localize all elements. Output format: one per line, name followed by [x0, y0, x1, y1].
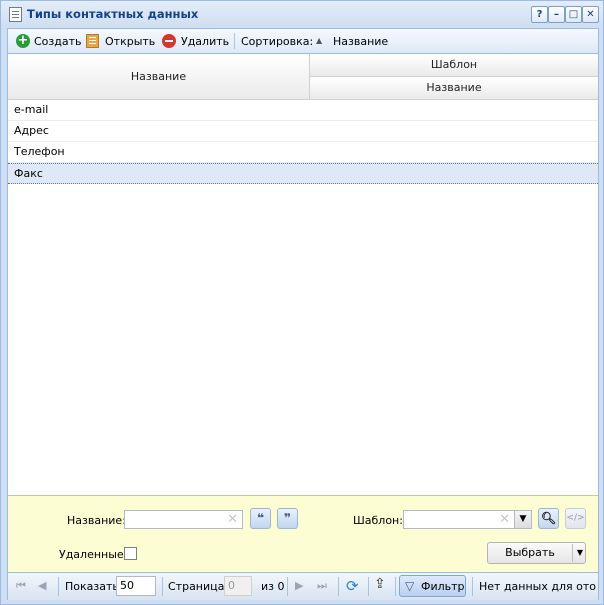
table-row[interactable]: e-mail: [8, 100, 598, 121]
maximize-button[interactable]: □: [565, 6, 582, 23]
page-label: Страница: [168, 580, 225, 593]
document-icon: [9, 7, 22, 22]
row-name-cell: Факс: [14, 167, 43, 180]
status-clip: Нет данных для отображения: [479, 573, 596, 600]
create-label: Создать: [34, 35, 82, 48]
pager-separator: [162, 577, 163, 596]
last-page-icon[interactable]: ⏭: [317, 579, 327, 593]
chevron-down-icon[interactable]: ▼: [514, 511, 531, 528]
toolbar-separator: [234, 33, 235, 49]
filter-panel: Название: ✕ ❝ ❞ Шаблон: ✕ ▼ 🔍︎ </> Удале…: [8, 495, 598, 572]
deleted-checkbox[interactable]: [124, 547, 137, 560]
code-button[interactable]: </>: [565, 508, 586, 529]
delete-icon: [162, 34, 176, 48]
open-label: Открыть: [105, 35, 156, 48]
name-filter-label: Название:: [67, 514, 126, 527]
filter-icon: ▽: [405, 579, 415, 593]
column-header-name[interactable]: Название: [8, 54, 310, 99]
window: Типы контактных данных ? – □ ✕ + Создать…: [0, 0, 604, 605]
sort-label: Сортировка:: [241, 35, 314, 48]
pager-separator: [58, 577, 59, 596]
quote-open-button[interactable]: ❝: [250, 508, 271, 529]
chevron-down-icon[interactable]: ▼: [574, 543, 586, 563]
next-page-icon[interactable]: ▶: [295, 579, 303, 592]
pager-separator: [395, 577, 396, 596]
page-number-input[interactable]: 0: [224, 576, 252, 596]
help-button[interactable]: ?: [531, 6, 548, 23]
table-row-selected[interactable]: Факс: [8, 163, 598, 184]
table-row[interactable]: Телефон: [8, 142, 598, 163]
pager-separator: [368, 577, 369, 596]
content-panel: + Создать Открыть Удалить Сортировка: ▲ …: [7, 28, 599, 600]
row-name-cell: Адрес: [14, 124, 49, 137]
row-name-cell: e-mail: [14, 103, 49, 116]
clear-icon[interactable]: ✕: [499, 512, 510, 527]
page-count-label: из 0: [261, 580, 285, 593]
create-button[interactable]: + Создать: [16, 34, 82, 49]
window-title: Типы контактных данных: [27, 7, 199, 21]
row-name-cell: Телефон: [14, 145, 65, 158]
filter-toggle-button[interactable]: ▽ Фильтр: [399, 575, 466, 597]
export-icon[interactable]: ⇪: [374, 576, 386, 592]
refresh-icon[interactable]: ⟳: [346, 577, 359, 595]
column-group-template: Шаблон: [310, 54, 598, 77]
grid-body: e-mail Адрес Телефон Факс: [8, 100, 598, 494]
select-button-label: Выбрать: [505, 546, 555, 559]
quote-close-button[interactable]: ❞: [277, 508, 298, 529]
toolbar: + Создать Открыть Удалить Сортировка: ▲ …: [8, 29, 598, 54]
grid-header: Название Шаблон Название: [8, 54, 598, 100]
delete-button[interactable]: Удалить: [162, 34, 230, 49]
pager-status-text: Нет данных для отображения: [479, 580, 596, 593]
template-filter-label: Шаблон:: [353, 514, 403, 527]
prev-page-icon[interactable]: ◀: [38, 579, 46, 592]
deleted-filter-label: Удаленные:: [59, 548, 128, 561]
clear-icon[interactable]: ✕: [227, 512, 238, 527]
page-size-label: Показать: [65, 580, 119, 593]
pager-separator: [338, 577, 339, 596]
column-header-template-name[interactable]: Название: [310, 77, 598, 99]
first-page-icon[interactable]: ⏮: [16, 579, 26, 593]
close-button[interactable]: ✕: [582, 6, 599, 23]
pager-separator: [472, 577, 473, 596]
title-bar[interactable]: Типы контактных данных ? – □ ✕: [1, 1, 603, 27]
table-row[interactable]: Адрес: [8, 121, 598, 142]
open-document-icon: [86, 34, 99, 48]
sort-ascending-icon: ▲: [316, 36, 323, 45]
sort-field-button[interactable]: Название: [333, 34, 388, 49]
plus-icon: +: [16, 33, 30, 48]
open-button[interactable]: Открыть: [86, 34, 156, 49]
search-button[interactable]: 🔍︎: [538, 508, 559, 529]
pager-separator: [287, 577, 288, 596]
minimize-button[interactable]: –: [548, 6, 565, 23]
name-filter-input[interactable]: ✕: [124, 510, 243, 529]
delete-label: Удалить: [181, 35, 230, 48]
select-split-button[interactable]: Выбрать ▼: [487, 542, 586, 564]
template-select[interactable]: ✕ ▼: [403, 510, 532, 529]
search-icon: 🔍︎: [540, 511, 557, 525]
filter-button-label: Фильтр: [421, 580, 465, 593]
paging-toolbar: ⏮ ◀ Показать 50 Страница 0 из 0 ▶ ⏭ ⟳ ⇪ …: [8, 572, 598, 600]
page-size-input[interactable]: 50: [116, 576, 156, 596]
split-divider: [572, 544, 573, 562]
